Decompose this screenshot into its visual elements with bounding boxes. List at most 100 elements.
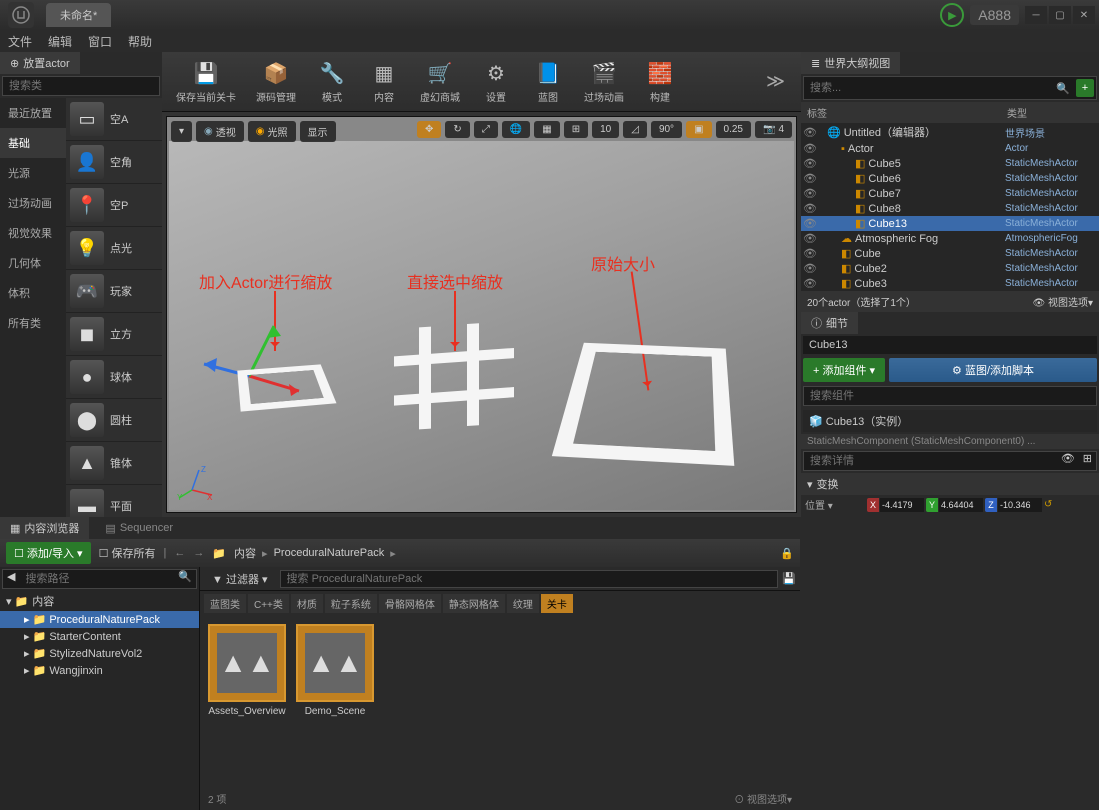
- actor-item[interactable]: 📍空P: [66, 184, 162, 227]
- menu-edit[interactable]: 编辑: [48, 33, 72, 50]
- tree-root[interactable]: ▾ 📁 内容: [0, 591, 199, 611]
- search-details-input[interactable]: [804, 452, 1057, 470]
- breadcrumb-part[interactable]: ProceduralNaturePack: [274, 547, 385, 559]
- visibility-icon[interactable]: 👁: [801, 172, 819, 185]
- visibility-icon[interactable]: 👁: [801, 142, 819, 155]
- actor-grid[interactable]: [389, 321, 529, 461]
- search-classes-input[interactable]: [3, 77, 157, 95]
- actor-item[interactable]: ◼立方: [66, 313, 162, 356]
- visibility-icon[interactable]: 👁: [801, 232, 819, 245]
- outliner-row[interactable]: 👁◧ CubeStaticMeshActor: [801, 246, 1099, 261]
- vp-scale-icon[interactable]: ⤢: [474, 121, 498, 138]
- search-icon[interactable]: 🔍: [174, 570, 196, 588]
- filter-button[interactable]: ▼ 过滤器 ▾: [204, 569, 276, 589]
- search-icon[interactable]: 🔍: [1052, 82, 1074, 95]
- folder-icon[interactable]: 📁: [212, 547, 226, 560]
- cb-view-options[interactable]: ⊙ 视图选项▾: [734, 791, 792, 806]
- sources-search-input[interactable]: [19, 570, 174, 588]
- add-import-button[interactable]: ☐ 添加/导入 ▾: [6, 542, 91, 564]
- filter-search-input[interactable]: [280, 570, 779, 588]
- source-control-icon[interactable]: ▶: [940, 3, 964, 27]
- toolbar-button[interactable]: 💾保存当前关卡: [168, 57, 244, 106]
- source-folder[interactable]: ▸ 📁 StylizedNatureVol2: [0, 645, 199, 662]
- filter-tag[interactable]: 粒子系统: [325, 594, 377, 613]
- source-folder[interactable]: ▸ 📁 Wangjinxin: [0, 662, 199, 679]
- blueprint-button[interactable]: ⚙ 蓝图/添加脚本: [889, 358, 1097, 382]
- component-instance[interactable]: 🧊 Cube13（实例）: [803, 410, 1097, 432]
- filter-tag[interactable]: 材质: [291, 594, 323, 613]
- visibility-icon[interactable]: 👁: [801, 262, 819, 275]
- actor-item[interactable]: ▬平面: [66, 485, 162, 517]
- add-actor-button[interactable]: +: [1076, 79, 1094, 97]
- vp-world-icon[interactable]: 🌐: [502, 121, 530, 138]
- outliner-row[interactable]: 👁◧ Cube5StaticMeshActor: [801, 156, 1099, 171]
- actor-cube13[interactable]: [237, 364, 336, 411]
- document-tab[interactable]: 未命名*: [46, 3, 111, 27]
- vp-show-button[interactable]: 显示: [300, 121, 336, 142]
- sequencer-tab[interactable]: ▤Sequencer: [95, 519, 183, 538]
- menu-help[interactable]: 帮助: [128, 33, 152, 50]
- outliner-row[interactable]: 👁🌐 Untitled（编辑器）世界场景: [801, 123, 1099, 141]
- toolbar-button[interactable]: 📘蓝图: [524, 57, 572, 106]
- filter-tag[interactable]: 静态网格体: [443, 594, 505, 613]
- toolbar-button[interactable]: 🔧模式: [308, 57, 356, 106]
- category-item[interactable]: 基础: [0, 128, 66, 158]
- place-actor-tab[interactable]: ⊕放置actor: [0, 52, 80, 74]
- toolbar-button[interactable]: 🛒虚幻商城: [412, 57, 468, 106]
- maximize-button[interactable]: ▢: [1049, 6, 1071, 24]
- visibility-icon[interactable]: 👁: [801, 126, 819, 139]
- breadcrumb-part[interactable]: 内容: [234, 545, 256, 561]
- nav-fwd-icon[interactable]: →: [193, 547, 204, 559]
- toolbar-button[interactable]: ▦内容: [360, 57, 408, 106]
- filter-icon[interactable]: 👁: [1057, 452, 1079, 470]
- vp-menu-button[interactable]: ▾: [171, 121, 192, 142]
- source-folder[interactable]: ▸ 📁 ProceduralNaturePack: [0, 611, 199, 628]
- category-item[interactable]: 所有类: [0, 308, 66, 338]
- vp-camera-speed[interactable]: 📷 4: [755, 121, 792, 138]
- outliner-row[interactable]: 👁▪ ActorActor: [801, 141, 1099, 156]
- toolbar-button[interactable]: 🎬过场动画: [576, 57, 632, 106]
- outliner-search-input[interactable]: [804, 79, 1052, 97]
- category-item[interactable]: 最近放置: [0, 98, 66, 128]
- vp-grid-icon[interactable]: ⊞: [564, 121, 588, 138]
- outliner-row[interactable]: 👁◧ Cube2StaticMeshActor: [801, 261, 1099, 276]
- outliner-row[interactable]: 👁◧ Cube13StaticMeshActor: [801, 216, 1099, 231]
- filter-tag[interactable]: 蓝图类: [204, 594, 246, 613]
- visibility-icon[interactable]: 👁: [801, 217, 819, 230]
- toolbar-overflow[interactable]: ≫: [756, 71, 795, 92]
- vp-scale-snap[interactable]: 0.25: [716, 121, 751, 138]
- asset-item[interactable]: ▲▲Assets_Overview: [208, 624, 286, 717]
- vp-rotate-icon[interactable]: ↻: [445, 121, 469, 138]
- outliner-view-options[interactable]: 👁 视图选项▾: [1032, 294, 1093, 309]
- outliner-row[interactable]: 👁◧ Cube6StaticMeshActor: [801, 171, 1099, 186]
- vp-grid-snap[interactable]: 10: [592, 121, 619, 138]
- actor-item[interactable]: 👤空角: [66, 141, 162, 184]
- filter-tag[interactable]: 关卡: [541, 594, 573, 613]
- actor-item[interactable]: ⬤圆柱: [66, 399, 162, 442]
- category-item[interactable]: 视觉效果: [0, 218, 66, 248]
- visibility-icon[interactable]: 👁: [801, 247, 819, 260]
- toolbar-button[interactable]: ⚙设置: [472, 57, 520, 106]
- visibility-icon[interactable]: 👁: [801, 187, 819, 200]
- outliner-tab[interactable]: ≣世界大纲视图: [801, 52, 900, 74]
- reset-icon[interactable]: ↺: [1044, 499, 1052, 510]
- vp-perspective-button[interactable]: ◉透视: [196, 121, 244, 142]
- outliner-row[interactable]: 👁☁ Atmospheric FogAtmosphericFog: [801, 231, 1099, 246]
- visibility-icon[interactable]: 👁: [801, 157, 819, 170]
- category-item[interactable]: 几何体: [0, 248, 66, 278]
- filter-tag[interactable]: 纹理: [507, 594, 539, 613]
- actor-item[interactable]: ▭空A: [66, 98, 162, 141]
- add-component-button[interactable]: + 添加组件 ▾: [803, 358, 885, 382]
- pos-x-input[interactable]: [880, 498, 924, 512]
- details-tab[interactable]: ⓘ细节: [801, 312, 858, 334]
- minimize-button[interactable]: ─: [1025, 6, 1047, 24]
- actor-item[interactable]: ▲锥体: [66, 442, 162, 485]
- viewport[interactable]: 加入Actor进行缩放 直接选中缩放 原始大小: [169, 141, 794, 510]
- menu-file[interactable]: 文件: [8, 33, 32, 50]
- visibility-icon[interactable]: 👁: [801, 277, 819, 290]
- pos-z-input[interactable]: [998, 498, 1042, 512]
- lock-icon[interactable]: 🔒: [780, 547, 794, 560]
- vp-lit-button[interactable]: ◉光照: [248, 121, 296, 142]
- visibility-icon[interactable]: 👁: [801, 202, 819, 215]
- category-item[interactable]: 体积: [0, 278, 66, 308]
